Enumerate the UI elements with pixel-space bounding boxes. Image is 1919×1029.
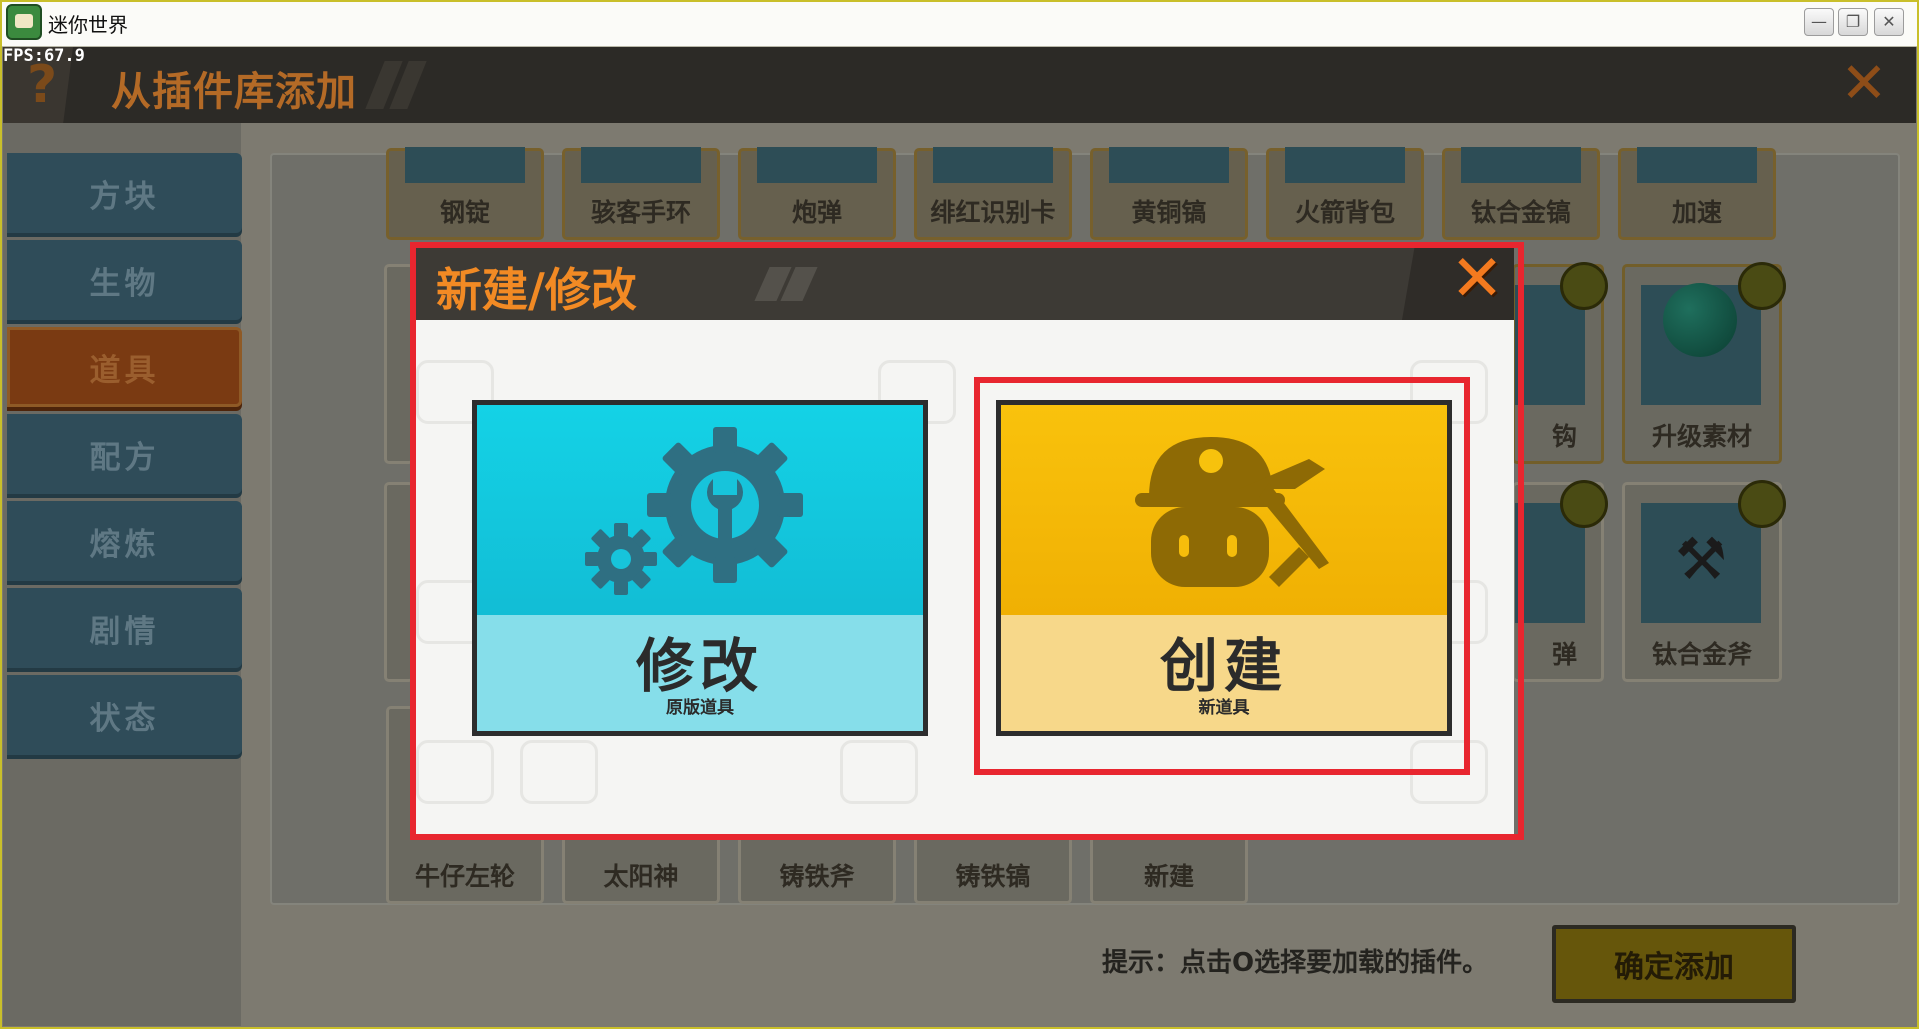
watermark-icon [520,740,598,804]
modify-option-button[interactable]: 修改 原版道具 [472,400,928,736]
item-card-label: 铸铁斧 [779,862,855,891]
item-card-label: 骇客手环 [590,198,691,227]
item-card-label: 升级素材 [1651,422,1752,451]
window-title: 迷你世界 [48,13,128,37]
sidebar-item-status[interactable]: 状态 [7,675,242,755]
new-modify-dialog: 新建/修改 ✕ 修改 原版道具 创建 新道具 [410,242,1514,838]
sidebar-item-smelting[interactable]: 熔炼 [7,501,242,581]
create-option-subtitle: 新道具 [1198,698,1250,718]
item-card[interactable]: 钛合金镐 [1442,147,1600,240]
item-card-label: 新建 [1143,862,1194,891]
item-card[interactable]: 加速 [1618,147,1776,240]
item-card-label: 钛合金斧 [1651,640,1752,669]
select-circle-icon[interactable] [1560,262,1608,310]
close-panel-button[interactable]: ✕ [1835,55,1893,113]
panel-header: ? 从插件库添加 ✕ [3,47,1916,123]
modify-option-subtitle: 原版道具 [666,698,734,718]
create-option-button[interactable]: 创建 新道具 [996,400,1452,736]
app-logo-icon [6,4,42,40]
page-title: 从插件库添加 [111,69,357,115]
dialog-title: 新建/修改 [436,263,637,317]
confirm-add-button[interactable]: 确定添加 [1552,925,1796,1003]
watermark-icon [1410,740,1488,804]
sidebar: 方块 生物 道具 配方 熔炼 剧情 状态 [3,123,242,1026]
select-circle-icon[interactable] [1738,480,1786,528]
item-card[interactable]: 钢锭 [386,147,544,240]
sidebar-item-blocks[interactable]: 方块 [7,153,242,233]
item-card-label: 黄铜镐 [1131,198,1207,227]
maximize-button[interactable]: ❐ [1838,8,1868,36]
item-card-label: 加速 [1671,198,1722,227]
item-card[interactable]: 黄铜镐 [1090,147,1248,240]
select-circle-icon[interactable] [1560,480,1608,528]
upgrade-orb-icon [1663,283,1737,357]
axe-icon: ⚒ [1675,525,1727,593]
item-card[interactable]: 炮弹 [738,147,896,240]
sidebar-item-recipes[interactable]: 配方 [7,414,242,494]
sidebar-item-plot[interactable]: 剧情 [7,588,242,668]
sidebar-item-creatures[interactable]: 生物 [7,240,242,320]
create-option-title: 创建 [1159,632,1288,700]
item-card-label: 绯红识别卡 [930,198,1056,227]
item-card-label: 钛合金镐 [1470,198,1571,227]
item-card-label: 牛仔左轮 [414,862,515,891]
watermark-icon [416,740,494,804]
window-titlebar: 迷你世界 — ❐ ✕ [0,0,1919,47]
dialog-header: 新建/修改 ✕ [410,242,1514,320]
item-card-label: 弹 [1551,640,1577,669]
item-card[interactable]: 骇客手环 [562,147,720,240]
minimize-button[interactable]: — [1804,8,1834,36]
watermark-icon [840,740,918,804]
hint-text: 提示：点击O选择要加载的插件。 [1102,948,1489,978]
item-card-label: 钢锭 [439,198,490,227]
modify-option-title: 修改 [635,632,764,700]
item-card[interactable]: 火箭背包 [1266,147,1424,240]
item-card[interactable]: 绯红识别卡 [914,147,1072,240]
gears-wrench-icon [585,427,803,595]
item-card-label: 钩 [1551,422,1577,451]
fps-counter: FPS:67.9 [3,46,85,66]
dialog-close-button[interactable]: ✕ [1446,247,1508,311]
item-card-label: 炮弹 [791,198,842,227]
dialog-body: 修改 原版道具 创建 新道具 [410,320,1514,838]
item-card-label: 火箭背包 [1294,198,1395,227]
select-circle-icon[interactable] [1738,262,1786,310]
miner-pickaxe-icon [1135,437,1329,587]
item-card-label: 铸铁镐 [955,862,1031,891]
sidebar-item-items[interactable]: 道具 [7,327,242,407]
item-card-label: 太阳神 [603,862,679,891]
close-window-button[interactable]: ✕ [1874,8,1904,36]
